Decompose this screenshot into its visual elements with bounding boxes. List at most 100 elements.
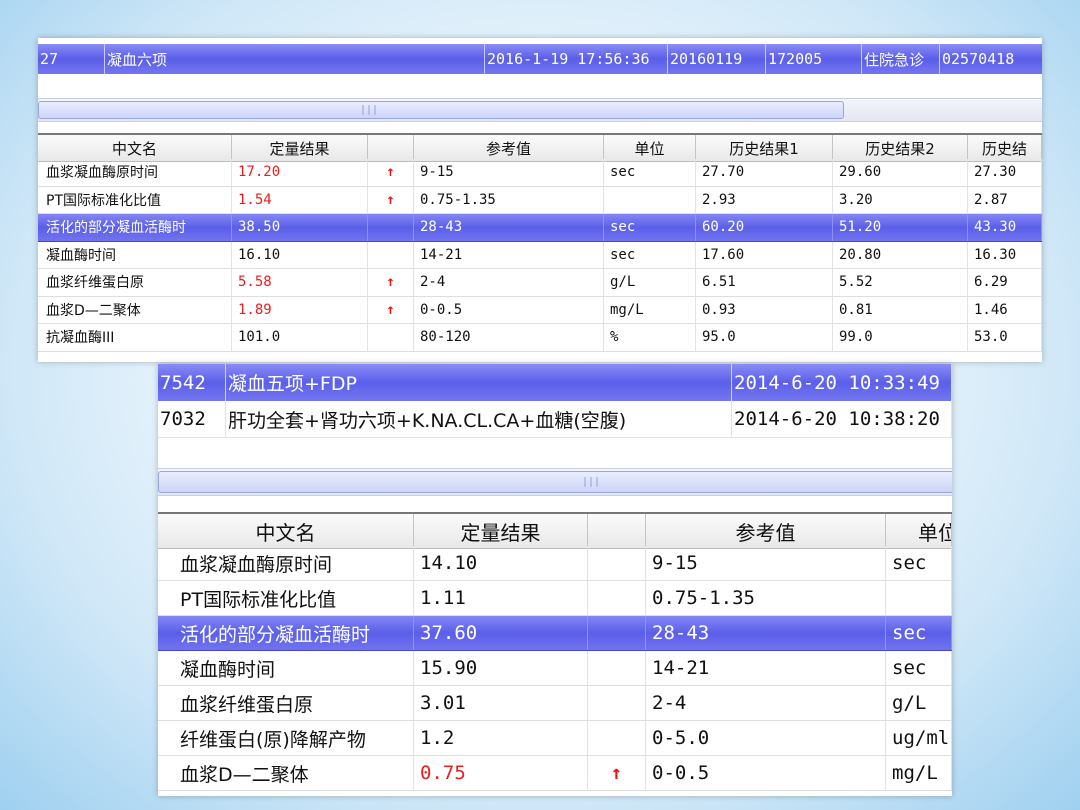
column-header-history1[interactable]: 历史结果1: [696, 135, 833, 161]
cell-name: 抗凝血酶III: [38, 324, 232, 351]
column-header-result[interactable]: 定量结果: [414, 514, 588, 548]
cell-unit: sec: [886, 616, 952, 650]
results-table-header: 中文名 定量结果 参考值 单位: [158, 512, 952, 549]
cell-h1: 2.93: [696, 186, 833, 213]
table-row[interactable]: 抗凝血酶III 101.0 80-120% 95.0 99.0 53.0: [38, 324, 1042, 352]
column-header-result[interactable]: 定量结果: [232, 135, 368, 161]
column-header-unit[interactable]: 单位: [886, 514, 952, 548]
cell-h2: 3.20: [833, 186, 968, 213]
cell-h2: 51.20: [833, 214, 968, 241]
cell-unit: %: [604, 324, 696, 351]
cell-name: 凝血酶时间: [158, 651, 414, 685]
order-list: 7542 凝血五项+FDP 2014-6-20 10:33:49 7032 肝功全套+肾…: [158, 364, 952, 438]
cell-ref: 0-0.5: [414, 296, 604, 323]
cell-h2: 99.0: [833, 324, 968, 351]
cell-result: 1.11: [414, 581, 588, 615]
column-header-unit[interactable]: 单位: [604, 135, 696, 161]
order-name: 凝血五项+FDP: [226, 364, 732, 401]
table-row[interactable]: PT国际标准化比值 1.11 0.75-1.35: [158, 581, 952, 616]
column-header-reference[interactable]: 参考值: [646, 514, 886, 548]
horizontal-scrollbar[interactable]: |||: [38, 98, 1042, 122]
cell-name: 血浆凝血酶原时间: [158, 546, 414, 580]
cell-name: 血浆凝血酶原时间: [38, 159, 232, 186]
column-header-name[interactable]: 中文名: [158, 514, 414, 548]
column-header-flag[interactable]: [368, 135, 414, 161]
order-id: 7032: [158, 401, 226, 437]
table-row[interactable]: 凝血酶时间 16.10 14-21 sec 17.60 20.80 16.30: [38, 241, 1042, 269]
column-header-flag[interactable]: [588, 514, 646, 548]
column-header-history3[interactable]: 历史结: [968, 135, 1042, 161]
grip-icon: |||: [581, 476, 601, 488]
cell-name: 血浆纤维蛋白原: [158, 686, 414, 720]
cell-flag: [368, 214, 414, 241]
order-name-cell: 凝血六项: [104, 44, 484, 74]
table-row[interactable]: 血浆纤维蛋白原 5.58 ↑ 2-4 g/L 6.51 5.52 6.29: [38, 269, 1042, 297]
up-arrow-icon: ↑: [368, 296, 414, 323]
lab-report-panel-1: 27 凝血六项 2016-1-19 17:56:36 20160119 1720…: [38, 38, 1042, 362]
cell-result: 38.50: [232, 214, 368, 241]
cell-unit: mg/L: [886, 756, 952, 790]
table-row[interactable]: 血浆凝血酶原时间 14.10 9-15 sec: [158, 546, 952, 581]
table-row[interactable]: 纤维蛋白(原)降解产物 1.2 0-5.0 ug/ml: [158, 721, 952, 756]
cell-h3: 16.30: [968, 241, 1042, 268]
cell-h3: 1.46: [968, 296, 1042, 323]
cell-unit: [886, 581, 952, 615]
table-row[interactable]: 活化的部分凝血活酶时 37.60 28-43 sec: [158, 616, 952, 651]
column-header-reference[interactable]: 参考值: [414, 135, 604, 161]
cell-name: PT国际标准化比值: [158, 581, 414, 615]
cell-result: 1.2: [414, 721, 588, 755]
cell-ref: 0.75-1.35: [646, 581, 886, 615]
up-arrow-icon: ↑: [368, 186, 414, 213]
cell-unit: sec: [604, 214, 696, 241]
cell-result: 15.90: [414, 651, 588, 685]
scrollbar-thumb[interactable]: |||: [38, 101, 844, 119]
cell-result: 37.60: [414, 616, 588, 650]
cell-name: 纤维蛋白(原)降解产物: [158, 721, 414, 755]
order-id: 7542: [158, 364, 226, 401]
order-type-cell: 住院急诊: [861, 44, 939, 74]
cell-ref: 2-4: [646, 686, 886, 720]
up-arrow-icon: ↑: [368, 159, 414, 186]
cell-ref: 28-43: [646, 616, 886, 650]
cell-result: 101.0: [232, 324, 368, 351]
cell-h3: 43.30: [968, 214, 1042, 241]
order-row[interactable]: 7032 肝功全套+肾功六项+K.NA.CL.CA+血糖(空腹) 2014-6-20…: [158, 401, 952, 438]
cell-ref: 28-43: [414, 214, 604, 241]
cell-unit: ug/ml: [886, 721, 952, 755]
table-row[interactable]: 血浆纤维蛋白原 3.01 2-4 g/L: [158, 686, 952, 721]
table-row[interactable]: 凝血酶时间 15.90 14-21 sec: [158, 651, 952, 686]
cell-h2: 20.80: [833, 241, 968, 268]
table-row[interactable]: PT国际标准化比值 1.54 ↑ 0.75-1.35 2.93 3.20 2.87: [38, 186, 1042, 214]
scrollbar-thumb[interactable]: |||: [158, 471, 952, 493]
order-header-row[interactable]: 27 凝血六项 2016-1-19 17:56:36 20160119 1720…: [38, 44, 1042, 74]
cell-h1: 0.93: [696, 296, 833, 323]
up-arrow-icon: ↑: [368, 269, 414, 296]
column-header-history2[interactable]: 历史结果2: [833, 135, 968, 161]
order-time-cell: 2016-1-19 17:56:36: [484, 44, 667, 74]
cell-result: 1.89: [232, 296, 368, 323]
cell-h3: 53.0: [968, 324, 1042, 351]
cell-ref: 0.75-1.35: [414, 186, 604, 213]
results-table-body: 血浆凝血酶原时间 17.20 ↑ 9-15 sec 27.70 29.60 27.30 PT国际…: [38, 159, 1042, 352]
cell-name: 血浆D—二聚体: [38, 296, 232, 323]
table-row[interactable]: 血浆凝血酶原时间 17.20 ↑ 9-15 sec 27.70 29.60 27.30: [38, 159, 1042, 187]
lab-report-panel-2: 7542 凝血五项+FDP 2014-6-20 10:33:49 7032 肝功全套+肾…: [158, 364, 952, 796]
cell-flag: [588, 651, 646, 685]
cell-h1: 60.20: [696, 214, 833, 241]
cell-h1: 27.70: [696, 159, 833, 186]
table-row[interactable]: 血浆D—二聚体 1.89 ↑ 0-0.5 mg/L 0.93 0.81 1.46: [38, 296, 1042, 324]
table-row[interactable]: 血浆D—二聚体 0.75 ↑ 0-0.5 mg/L: [158, 756, 952, 791]
horizontal-scrollbar[interactable]: |||: [158, 468, 952, 496]
cell-ref: 2-4: [414, 269, 604, 296]
cell-unit: sec: [886, 546, 952, 580]
column-header-name[interactable]: 中文名: [38, 135, 232, 161]
cell-name: 血浆纤维蛋白原: [38, 269, 232, 296]
cell-h2: 29.60: [833, 159, 968, 186]
table-row[interactable]: 活化的部分凝血活酶时 38.50 28-43 sec 60.20 51.20 43.30: [38, 214, 1042, 242]
cell-ref: 9-15: [414, 159, 604, 186]
cell-unit: mg/L: [604, 296, 696, 323]
cell-unit: sec: [886, 651, 952, 685]
cell-result: 17.20: [232, 159, 368, 186]
cell-h1: 6.51: [696, 269, 833, 296]
order-row[interactable]: 7542 凝血五项+FDP 2014-6-20 10:33:49: [158, 364, 952, 401]
